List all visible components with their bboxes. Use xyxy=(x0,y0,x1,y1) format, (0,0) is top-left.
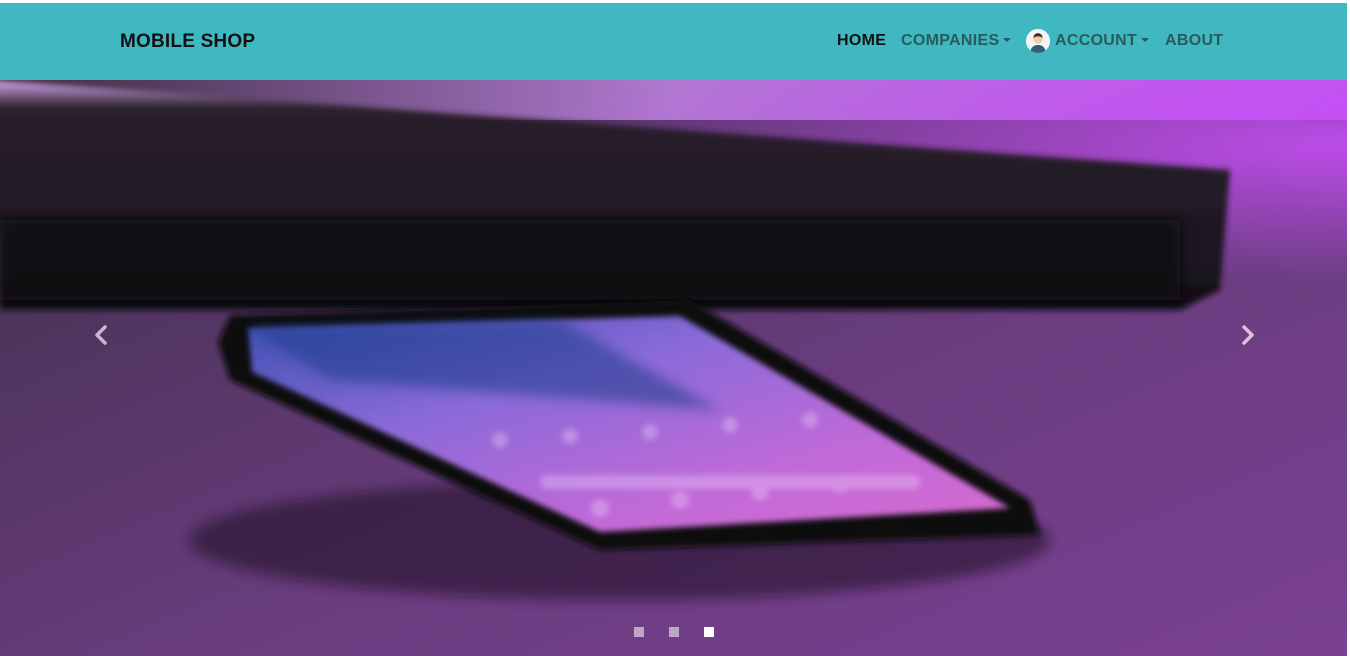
nav-item-about[interactable]: ABOUT xyxy=(1165,29,1223,53)
nav-item-account[interactable]: ACCOUNT xyxy=(1026,29,1150,53)
dropdown-caret-icon xyxy=(1141,38,1150,42)
nav-item-home[interactable]: HOME xyxy=(837,29,886,53)
hero-carousel xyxy=(0,80,1347,656)
brand-logo-text[interactable]: MOBILE SHOP xyxy=(120,31,255,53)
page: MOBILE SHOP HOME COMPANIES ACCOUNT ABOUT xyxy=(0,0,1350,656)
top-navbar: MOBILE SHOP HOME COMPANIES ACCOUNT ABOUT xyxy=(0,3,1347,80)
carousel-indicators xyxy=(0,627,1347,637)
carousel-slide-image xyxy=(0,80,1347,656)
carousel-indicator-2[interactable] xyxy=(668,627,679,637)
nav-item-companies[interactable]: COMPANIES xyxy=(901,29,1012,53)
nav-item-companies-label: COMPANIES xyxy=(901,32,1000,49)
chevron-right-icon xyxy=(1242,325,1254,345)
dropdown-caret-icon xyxy=(1003,38,1012,42)
carousel-next-button[interactable] xyxy=(1228,320,1268,350)
carousel-prev-button[interactable] xyxy=(81,320,121,350)
nav-item-account-label: ACCOUNT xyxy=(1055,32,1138,49)
carousel-indicator-1[interactable] xyxy=(633,627,644,637)
user-avatar-icon xyxy=(1026,29,1050,53)
nav-item-home-label: HOME xyxy=(837,32,887,49)
carousel-indicator-3[interactable] xyxy=(703,627,714,637)
chevron-left-icon xyxy=(95,325,107,345)
nav-item-about-label: ABOUT xyxy=(1165,32,1224,49)
